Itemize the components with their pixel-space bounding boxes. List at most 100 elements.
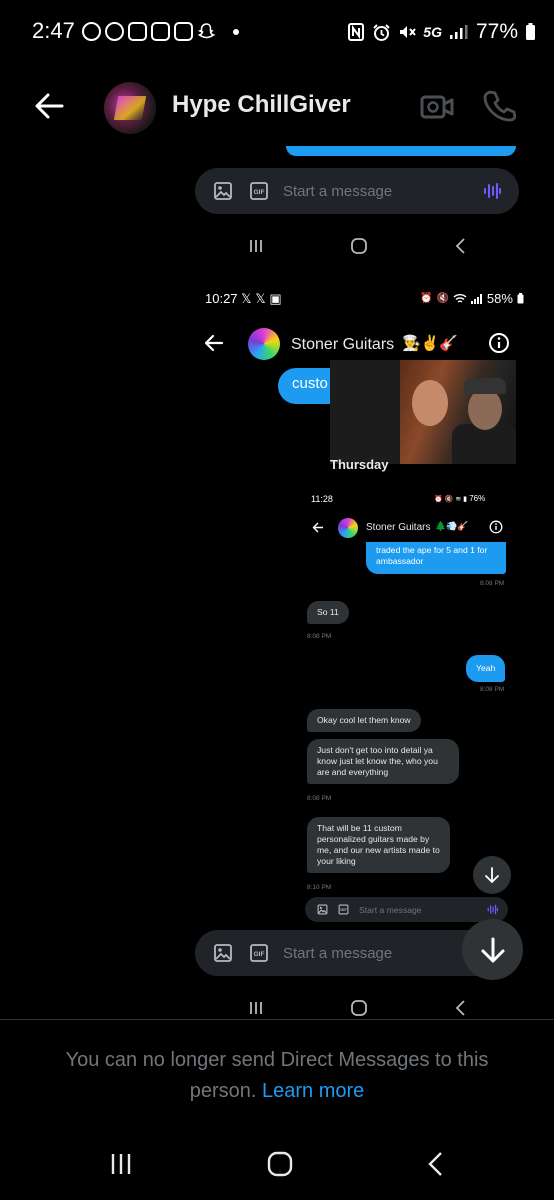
arrow-left-icon (204, 334, 224, 352)
android-nav-bar-image (248, 995, 466, 1021)
message-timestamp: 8:08 PM (480, 580, 505, 587)
recents-icon (111, 1154, 131, 1174)
inner-conversation-title: Stoner Guitars (291, 336, 395, 353)
message-composer-image: GIF Start a message (195, 168, 519, 214)
message-timestamp: 8:08 PM (307, 795, 332, 802)
battery-level: 77% (475, 20, 518, 43)
wifi-icon (453, 293, 467, 304)
home-icon (267, 1151, 293, 1177)
scroll-down-button-image (473, 856, 511, 894)
notification-icons (82, 22, 216, 41)
gif-icon: GIF (338, 904, 349, 915)
video-person (452, 424, 516, 464)
avatar (338, 518, 358, 538)
signal-icon (470, 293, 483, 304)
composer-placeholder: Start a message (359, 904, 422, 915)
voice-message-icon (487, 904, 498, 915)
home-icon (350, 237, 368, 255)
dm-disabled-notice: You can no longer send Direct Messages t… (30, 1045, 524, 1107)
instagram-icon (128, 22, 147, 41)
conversation-title[interactable]: Hype ChillGiver (172, 91, 351, 119)
message-timestamp: 8:08 PM (480, 686, 505, 693)
status-icons: ⏰ 🔇 ≋ ▮ (434, 496, 467, 503)
mute-icon (398, 23, 417, 41)
back-icon (454, 999, 466, 1017)
message-timestamp: 8:10 PM (307, 884, 332, 891)
inner-title-emoji: 👨‍🍳✌️🎸 (402, 335, 459, 352)
network-type: 5G (423, 24, 442, 40)
home-icon (350, 999, 368, 1017)
composer-placeholder: Start a message (283, 182, 393, 200)
video-person (468, 388, 502, 430)
day-separator: Thursday (330, 457, 389, 472)
phone-icon (483, 90, 516, 122)
message-bubble-out: traded the ape for 5 and 1 for ambassado… (366, 542, 506, 574)
recents-icon (248, 238, 264, 254)
system-nav-bar (108, 1148, 444, 1180)
svg-text:GIF: GIF (254, 951, 265, 958)
home-button[interactable] (266, 1150, 294, 1178)
message-bubble-in: Okay cool let them know (307, 709, 421, 732)
image-icon (213, 943, 233, 963)
message-bubble-in: So 11 (307, 601, 349, 624)
avatar[interactable] (104, 82, 156, 134)
image-icon (213, 181, 233, 201)
snapchat-icon (197, 22, 216, 41)
info-icon (488, 332, 510, 354)
avatar (248, 328, 280, 360)
instagram-icon (174, 22, 193, 41)
message-bubble-out: Yeah (466, 655, 506, 682)
message-bubble-in: Just don't get too into detail ya know j… (307, 739, 459, 784)
android-nav-bar-image (248, 233, 466, 259)
message-bubble-partial (286, 146, 516, 156)
back-icon (428, 1152, 442, 1176)
video-camera-icon (420, 95, 454, 119)
alarm-icon: ⏰ (420, 293, 433, 304)
recents-icon (248, 1000, 264, 1016)
arrow-down-icon (485, 867, 499, 883)
video-person-cap (464, 378, 506, 394)
gif-icon: GIF (249, 181, 269, 201)
innermost-status-right: ⏰ 🔇 ≋ ▮ 76% (434, 494, 485, 503)
scroll-down-button-image (462, 919, 523, 980)
alarm-icon (372, 23, 391, 42)
system-back-button[interactable] (426, 1150, 444, 1178)
video-overlay-left (330, 360, 400, 464)
innermost-battery-level: 76% (469, 494, 486, 503)
video-call-button[interactable] (420, 94, 454, 120)
voice-message-icon (483, 182, 501, 200)
message-composer-image: GIF Start a message (305, 897, 508, 922)
gif-icon: GIF (249, 943, 269, 963)
svg-text:GIF: GIF (340, 908, 347, 912)
facebook-icon (105, 22, 124, 41)
innermost-title-emoji: 🌲💨🎸 (435, 521, 469, 531)
video-person (412, 380, 448, 426)
voice-call-button[interactable] (482, 89, 516, 123)
status-right: 5G 77% (347, 20, 536, 44)
mute-icon: 🔇 (436, 293, 449, 304)
svg-text:GIF: GIF (254, 189, 265, 196)
status-time: 2:47 (32, 18, 75, 43)
arrow-down-icon (481, 937, 504, 962)
back-icon (454, 237, 466, 255)
recents-button[interactable] (108, 1151, 134, 1177)
info-icon (489, 520, 503, 534)
image-icon (317, 904, 328, 915)
inner-status-right: ⏰ 🔇 58% (420, 291, 524, 306)
back-button[interactable] (34, 92, 64, 120)
divider (0, 1019, 554, 1020)
battery-icon (525, 23, 536, 41)
more-notifications-dot (233, 29, 239, 35)
battery-icon (517, 293, 524, 304)
message-bubble-in: That will be 11 custom personalized guit… (307, 817, 450, 873)
arrow-left-icon (35, 93, 64, 119)
learn-more-link[interactable]: Learn more (262, 1080, 364, 1102)
signal-icon (449, 24, 469, 40)
arrow-left-icon (312, 522, 324, 533)
message-timestamp: 8:08 PM (307, 633, 332, 640)
instagram-icon (151, 22, 170, 41)
innermost-conversation-title: Stoner Guitars (366, 522, 431, 533)
inner-battery-level: 58% (486, 291, 513, 306)
nfc-icon (347, 22, 365, 42)
innermost-status-time: 11:28 (311, 494, 333, 504)
